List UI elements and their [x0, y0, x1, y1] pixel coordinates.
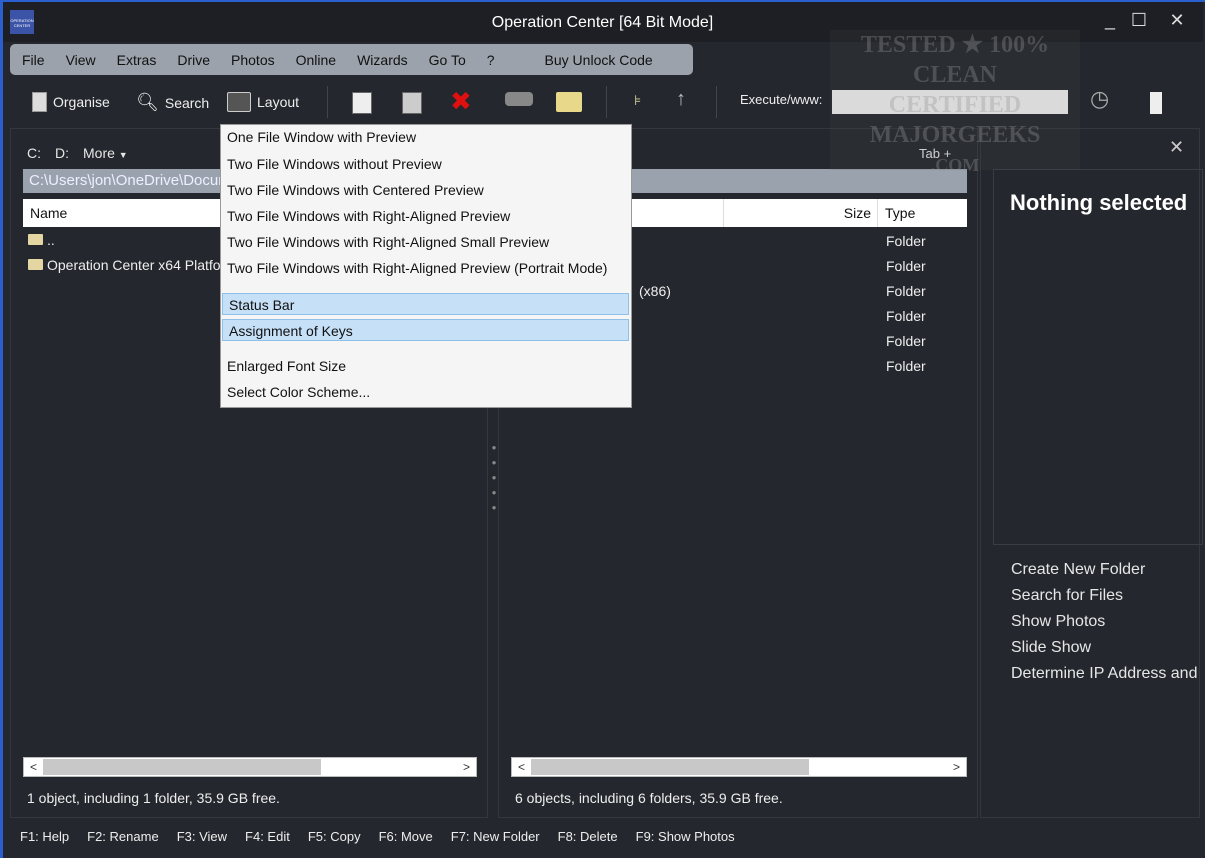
drive-c[interactable]: C:	[27, 145, 41, 161]
close-button[interactable]: ✕	[1165, 10, 1189, 31]
splitter-handle[interactable]: ● ● ● ● ●	[490, 440, 498, 515]
link-search-files[interactable]: Search for Files	[1011, 587, 1197, 613]
menu-photos[interactable]: Photos	[231, 52, 275, 68]
column-header-size[interactable]: Size	[724, 199, 878, 227]
menu-drive[interactable]: Drive	[177, 52, 210, 68]
menu-item-two-windows-right[interactable]: Two File Windows with Right-Aligned Prev…	[221, 203, 631, 229]
maximize-button[interactable]: ☐	[1127, 10, 1151, 31]
menu-file[interactable]: File	[22, 52, 45, 68]
fn-rename[interactable]: F2: Rename	[87, 829, 159, 844]
preview-area: Nothing selected	[993, 169, 1203, 545]
link-show-photos[interactable]: Show Photos	[1011, 613, 1197, 639]
fn-edit[interactable]: F4: Edit	[245, 829, 290, 844]
menu-goto[interactable]: Go To	[429, 52, 466, 68]
column-header-type[interactable]: Type	[878, 205, 915, 221]
delete-button[interactable]: ✖	[450, 86, 472, 117]
scroll-thumb[interactable]	[531, 759, 810, 775]
function-key-bar: F1: Help F2: Rename F3: View F4: Edit F5…	[10, 822, 1200, 850]
menu-item-enlarged-font[interactable]: Enlarged Font Size	[221, 353, 631, 379]
menu-extras[interactable]: Extras	[117, 52, 157, 68]
fn-show-photos[interactable]: F9: Show Photos	[636, 829, 735, 844]
menu-item-status-bar[interactable]: Status Bar	[222, 293, 629, 315]
documents-icon	[32, 92, 47, 112]
rename-button[interactable]	[505, 92, 533, 106]
layout-icon	[227, 92, 251, 112]
drive-more[interactable]: More ▼	[83, 145, 128, 161]
horizontal-scrollbar[interactable]: < >	[511, 757, 967, 777]
quick-links: Create New Folder Search for Files Show …	[1011, 561, 1197, 691]
rename-icon	[505, 92, 533, 106]
menu-item-color-scheme[interactable]: Select Color Scheme...	[221, 379, 631, 405]
menu-item-one-window-preview[interactable]: One File Window with Preview	[221, 125, 631, 151]
history-button[interactable]: ◷	[1090, 86, 1109, 112]
fn-new-folder[interactable]: F7: New Folder	[451, 829, 540, 844]
fn-copy[interactable]: F5: Copy	[308, 829, 361, 844]
arrow-up-icon: ↑	[676, 88, 686, 110]
organise-button[interactable]: Organise	[32, 92, 110, 112]
link-slide-show[interactable]: Slide Show	[1011, 639, 1197, 665]
copy-icon	[352, 92, 372, 114]
page-button[interactable]	[1150, 92, 1162, 114]
menu-item-two-windows-no-preview[interactable]: Two File Windows without Preview	[221, 151, 631, 177]
scroll-thumb[interactable]	[43, 759, 322, 775]
fn-move[interactable]: F6: Move	[379, 829, 433, 844]
execute-label: Execute/www:	[740, 92, 823, 107]
caret-down-icon: ▼	[118, 150, 128, 160]
folder-icon	[28, 259, 43, 270]
preview-title: Nothing selected	[1010, 190, 1188, 215]
clock-icon: ◷	[1090, 86, 1110, 111]
separator	[327, 86, 328, 118]
tree-icon: ⊧	[634, 92, 642, 108]
move-icon	[402, 92, 422, 114]
delete-x-icon: ✖	[450, 86, 472, 116]
watermark-logo: TESTED ★ 100% CLEAN CERTIFIED MAJORGEEKS .C…	[830, 30, 1080, 175]
drive-d[interactable]: D:	[55, 145, 69, 161]
page-icon	[1150, 92, 1162, 114]
link-determine-ip[interactable]: Determine IP Address and	[1011, 665, 1197, 691]
close-preview-button[interactable]: ✕	[1169, 137, 1184, 158]
menu-item-two-windows-centered[interactable]: Two File Windows with Centered Preview	[221, 177, 631, 203]
menu-buy-unlock-code[interactable]: Buy Unlock Code	[545, 52, 653, 68]
menu-view[interactable]: View	[66, 52, 96, 68]
fn-help[interactable]: F1: Help	[20, 829, 69, 844]
new-folder-icon	[556, 92, 582, 112]
status-text: 1 object, including 1 folder, 35.9 GB fr…	[27, 790, 280, 806]
search-button[interactable]: 🔍︎ Search	[136, 92, 209, 113]
tree-button[interactable]: ⊧	[634, 92, 641, 109]
menu-item-two-windows-right-small[interactable]: Two File Windows with Right-Aligned Smal…	[221, 229, 631, 255]
horizontal-scrollbar[interactable]: < >	[23, 757, 477, 777]
folder-icon	[28, 234, 43, 245]
up-button[interactable]: ↑	[676, 88, 686, 111]
separator	[716, 86, 717, 118]
status-text: 6 objects, including 6 folders, 35.9 GB …	[515, 790, 783, 806]
menu-bar: File View Extras Drive Photos Online Wiz…	[10, 44, 693, 75]
preview-panel: ✕ Nothing selected Create New Folder Sea…	[980, 128, 1203, 818]
menu-help[interactable]: ?	[487, 52, 495, 68]
separator	[606, 86, 607, 118]
fn-delete[interactable]: F8: Delete	[558, 829, 618, 844]
drive-bar: C: D: More ▼	[27, 145, 128, 161]
new-folder-button[interactable]	[556, 92, 582, 112]
link-create-new-folder[interactable]: Create New Folder	[1011, 561, 1197, 587]
search-icon: 🔍︎	[136, 92, 159, 112]
layout-button[interactable]: Layout	[227, 92, 299, 112]
menu-wizards[interactable]: Wizards	[357, 52, 408, 68]
fn-view[interactable]: F3: View	[177, 829, 227, 844]
move-button[interactable]	[402, 92, 422, 114]
minimize-button[interactable]: _	[1098, 10, 1122, 31]
menu-item-two-windows-portrait[interactable]: Two File Windows with Right-Aligned Prev…	[221, 255, 631, 281]
layout-dropdown-menu: One File Window with Preview Two File Wi…	[220, 124, 632, 408]
menu-item-assignment-keys[interactable]: Assignment of Keys	[222, 319, 629, 341]
menu-online[interactable]: Online	[296, 52, 336, 68]
copy-button[interactable]	[352, 92, 372, 114]
